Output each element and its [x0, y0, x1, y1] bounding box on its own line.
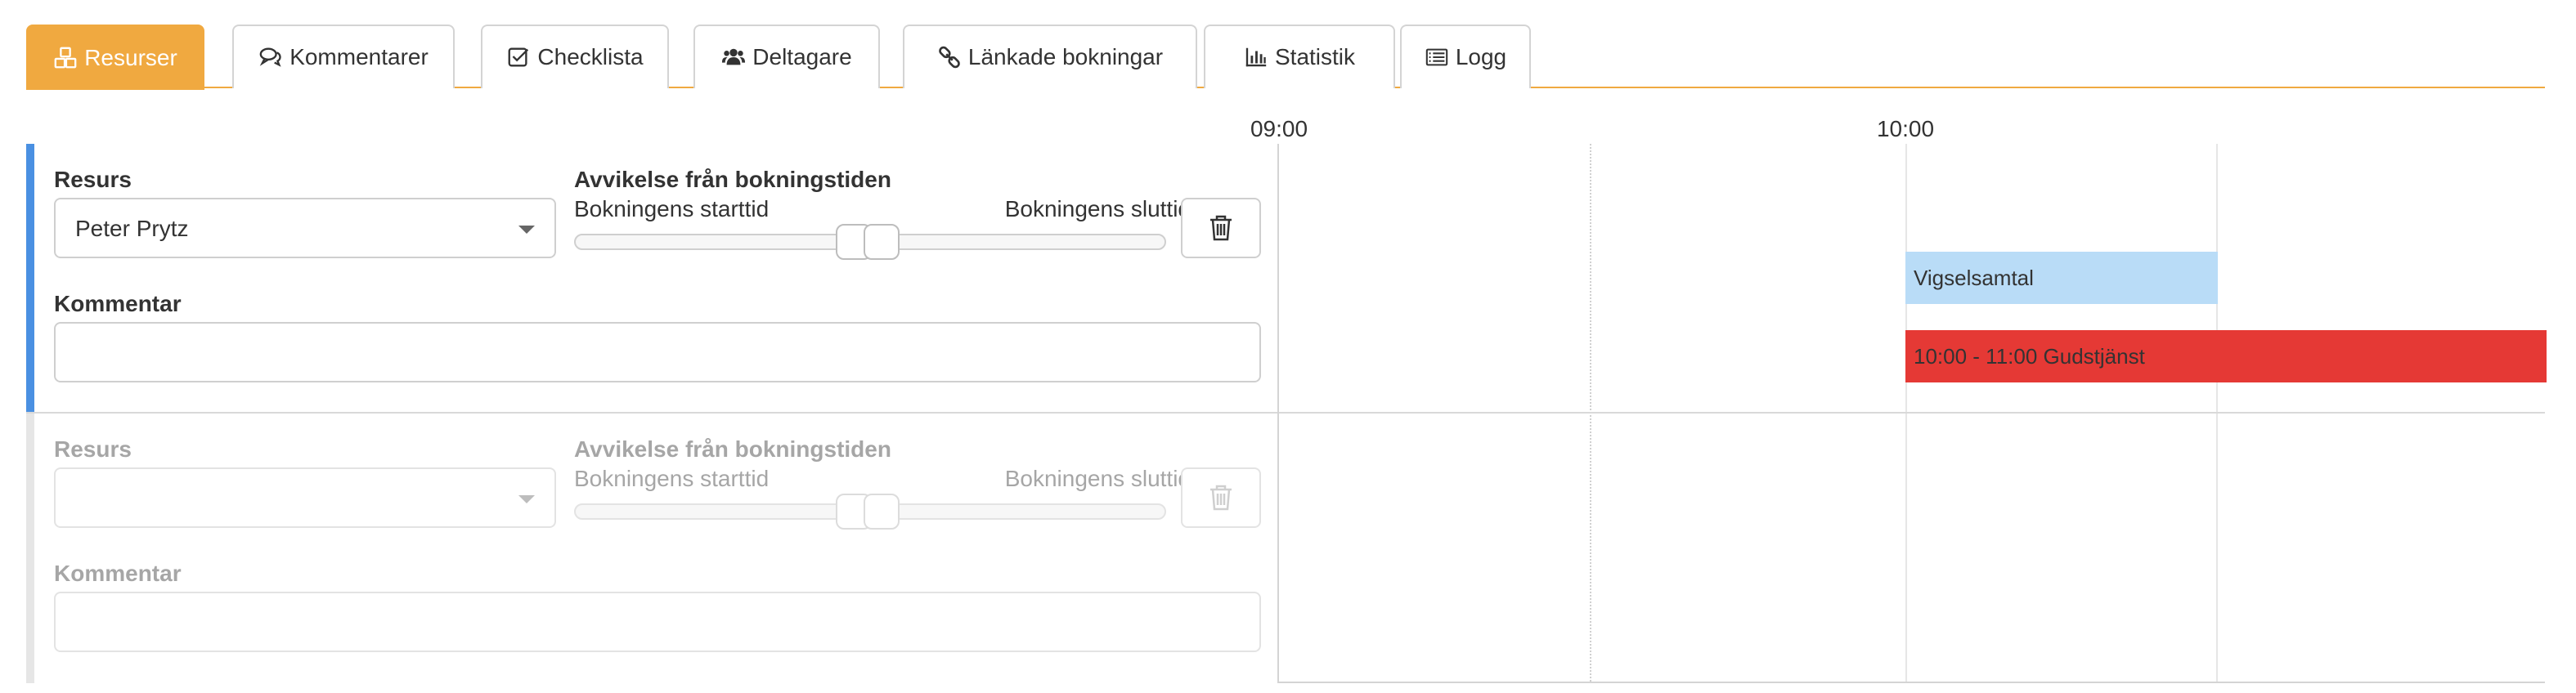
end-slider-handle[interactable] — [864, 494, 900, 530]
end-time-label: Bokningens sluttid — [1004, 466, 1191, 491]
deviation-label: Avvikelse från bokningstiden — [574, 436, 891, 462]
end-slider-handle[interactable] — [864, 224, 900, 260]
resource-select[interactable]: Peter Prytz — [54, 198, 556, 258]
comment-label: Kommentar — [54, 561, 182, 586]
comments-icon — [259, 47, 281, 67]
comment-input[interactable] — [54, 592, 1261, 652]
cubes-icon — [54, 47, 77, 69]
timeline-hour-label: 09:00 — [1250, 116, 1308, 141]
start-time-label: Bokningens starttid — [574, 196, 770, 221]
list-icon — [1425, 48, 1448, 66]
tab-statistik[interactable]: Statistik — [1204, 25, 1395, 88]
tab-kommentarer[interactable]: Kommentarer — [232, 25, 455, 88]
tab-label: Kommentarer — [289, 44, 429, 69]
tab-label: Deltagare — [752, 44, 852, 69]
link-icon — [939, 46, 960, 69]
resource-row: Resurs Avvikelse från bokningstiden Bokn… — [26, 414, 1277, 683]
tab-label: Statistik — [1274, 44, 1356, 69]
trash-icon — [1210, 215, 1232, 241]
resource-label: Resurs — [54, 436, 132, 462]
resource-row: Resurs Peter Prytz Avvikelse från boknin… — [26, 144, 1277, 412]
resource-select[interactable] — [54, 467, 556, 528]
tab-label: Länkade bokningar — [967, 44, 1164, 69]
tab-label: Logg — [1455, 44, 1507, 69]
timeline-hour-label: 10:00 — [1876, 116, 1935, 141]
tab-lankade-bokningar[interactable]: Länkade bokningar — [903, 25, 1197, 88]
current-booking-event[interactable]: 10:00 - 11:00 Gudstjänst — [1905, 330, 2547, 382]
row-indicator — [26, 144, 34, 412]
bar-chart-icon — [1245, 47, 1267, 67]
timeline-row-divider — [1279, 412, 2545, 414]
users-icon — [722, 48, 746, 65]
tab-resurser[interactable]: Resurser — [26, 25, 204, 90]
tab-logg[interactable]: Logg — [1400, 25, 1531, 88]
tab-checklista[interactable]: Checklista — [481, 25, 669, 88]
tab-label: Checklista — [537, 44, 644, 69]
deviation-label: Avvikelse från bokningstiden — [574, 167, 891, 192]
resource-label: Resurs — [54, 167, 132, 192]
checkbox-icon — [508, 47, 529, 67]
chevron-down-icon — [518, 495, 535, 503]
tab-label: Resurser — [84, 45, 177, 70]
chevron-down-icon — [518, 226, 535, 234]
comment-input[interactable] — [54, 322, 1261, 382]
timeline-grid: Vigselsamtal 10:00 - 11:00 Gudstjänst — [1277, 144, 2547, 683]
booking-event[interactable]: Vigselsamtal — [1905, 252, 2218, 304]
tab-deltagare[interactable]: Deltagare — [693, 25, 880, 88]
delete-button[interactable] — [1181, 198, 1261, 258]
event-label: 10:00 - 11:00 Gudstjänst — [1914, 343, 2145, 369]
trash-icon — [1210, 485, 1232, 511]
tab-bar: Resurser Kommentarer Checklista Deltagar… — [26, 23, 2545, 90]
start-time-label: Bokningens starttid — [574, 466, 770, 491]
resource-select-value: Peter Prytz — [75, 216, 189, 241]
end-time-label: Bokningens sluttid — [1004, 196, 1191, 221]
comment-label: Kommentar — [54, 291, 182, 316]
delete-button[interactable] — [1181, 467, 1261, 528]
row-indicator — [26, 414, 34, 683]
event-label: Vigselsamtal — [1914, 265, 2034, 290]
